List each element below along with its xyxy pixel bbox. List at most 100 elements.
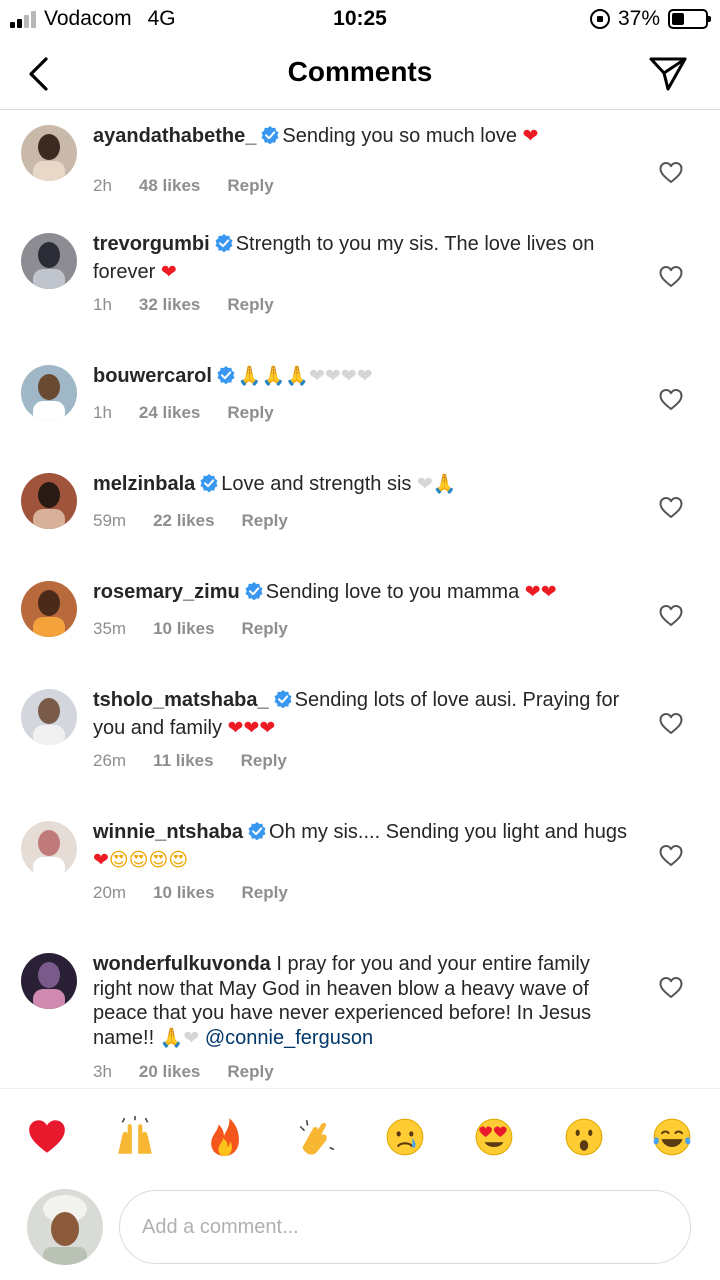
raising-hands-emoji[interactable] — [113, 1115, 157, 1159]
likes-count[interactable]: 24 likes — [139, 403, 200, 423]
comment-username[interactable]: trevorgumbi — [93, 233, 210, 255]
like-heart-icon[interactable] — [658, 160, 684, 186]
crying-face-emoji[interactable] — [383, 1115, 427, 1159]
like-heart-icon[interactable] — [658, 843, 684, 869]
emoji-red: ❤ — [93, 848, 109, 871]
emoji-white: ❤ — [356, 365, 373, 387]
comment-username[interactable]: wonderfulkuvonda — [93, 953, 271, 975]
emoji-red: ❤ — [524, 581, 541, 603]
status-right: 37% — [589, 7, 711, 31]
comment-message: Oh my sis.... Sending you light and hugs — [269, 821, 628, 843]
commenter-avatar[interactable] — [21, 689, 77, 745]
comment-time: 59m — [93, 511, 127, 530]
likes-count[interactable]: 48 likes — [139, 176, 200, 196]
like-heart-icon[interactable] — [658, 387, 684, 413]
red-heart-emoji[interactable] — [25, 1115, 69, 1159]
reply-button[interactable]: Reply — [227, 295, 273, 315]
commenter-avatar[interactable] — [21, 473, 77, 529]
comment-text: ayandathabethe_ Sending you so much love … — [93, 124, 633, 152]
like-heart-icon[interactable] — [658, 264, 684, 290]
like-heart-icon[interactable] — [658, 603, 684, 629]
comment-message: Sending you so much love — [282, 125, 517, 147]
emoji-white: ❤ — [416, 473, 433, 495]
comment-username[interactable]: tsholo_matshaba_ — [93, 689, 269, 711]
reply-button[interactable]: Reply — [227, 403, 273, 423]
comment-time: 2h — [93, 176, 112, 195]
comment-text: rosemary_zimu Sending love to you mamma ❤… — [93, 580, 633, 608]
tears-of-joy-emoji[interactable] — [650, 1115, 694, 1159]
clapping-hands-emoji[interactable] — [293, 1115, 337, 1159]
comment-text: wonderfulkuvonda I pray for you and your… — [93, 952, 633, 1050]
comments-header: Comments — [0, 38, 720, 110]
emoji-red: ❤ — [540, 581, 557, 603]
mention-link[interactable]: @connie_ferguson — [205, 1027, 373, 1049]
heart-eyes-emoji[interactable] — [472, 1115, 516, 1159]
commenter-avatar[interactable] — [21, 125, 77, 181]
like-heart-icon[interactable] — [658, 495, 684, 521]
comment-meta: 20m 10 likes Reply — [93, 883, 288, 903]
comment-input[interactable] — [119, 1190, 691, 1264]
comments-list[interactable]: ayandathabethe_ Sending you so much love … — [0, 111, 720, 1088]
comment-message: Sending love to you mamma — [265, 581, 520, 603]
commenter-avatar[interactable] — [21, 821, 77, 877]
current-user-avatar — [27, 1189, 103, 1265]
emoji-red: ❤ — [243, 716, 260, 739]
commenter-avatar[interactable] — [21, 581, 77, 637]
quick-reactions-bar — [0, 1088, 720, 1184]
comment-username[interactable]: rosemary_zimu — [93, 581, 240, 603]
battery-level — [672, 13, 684, 25]
comment-username[interactable]: winnie_ntshaba — [93, 821, 243, 843]
likes-count[interactable]: 10 likes — [153, 883, 214, 903]
emoji-brown: 🙏 — [237, 365, 262, 387]
fire-emoji[interactable] — [203, 1115, 247, 1159]
verified-badge-icon — [214, 233, 234, 260]
like-heart-icon[interactable] — [658, 975, 684, 1001]
emoji-yellow: 😍 — [168, 848, 189, 871]
emoji-red: ❤ — [259, 716, 276, 739]
reply-button[interactable]: Reply — [242, 511, 288, 531]
comment-time: 3h — [93, 1062, 112, 1081]
emoji-red: ❤ — [160, 260, 177, 283]
comment-time: 1h — [93, 295, 112, 314]
reply-button[interactable]: Reply — [242, 883, 288, 903]
reply-button[interactable]: Reply — [241, 751, 287, 771]
battery-percent: 37% — [617, 7, 660, 30]
commenter-avatar[interactable] — [21, 953, 77, 1009]
emoji-white: ❤ — [183, 1026, 200, 1049]
page-title: Comments — [287, 56, 433, 87]
reply-button[interactable]: Reply — [227, 1062, 273, 1082]
likes-count[interactable]: 22 likes — [153, 511, 214, 531]
comment-message: Love and strength sis — [221, 473, 412, 495]
comment-username[interactable]: melzinbala — [93, 473, 195, 495]
likes-count[interactable]: 10 likes — [153, 619, 214, 639]
verified-badge-icon — [199, 473, 219, 500]
status-bar: Vodacom 4G 10:25 37% — [0, 0, 720, 38]
likes-count[interactable]: 20 likes — [139, 1062, 200, 1082]
comment-text: trevorgumbi Strength to you my sis. The l… — [93, 232, 633, 284]
emoji-yellow: 😍 — [148, 848, 169, 871]
reply-button[interactable]: Reply — [227, 176, 273, 196]
surprised-face-emoji[interactable] — [562, 1115, 606, 1159]
commenter-avatar[interactable] — [21, 365, 77, 421]
comment-meta: 3h 20 likes Reply — [93, 1062, 274, 1082]
reply-button[interactable]: Reply — [242, 619, 288, 639]
comment-username[interactable]: bouwercarol — [93, 365, 212, 387]
likes-count[interactable]: 11 likes — [153, 751, 214, 771]
likes-count[interactable]: 32 likes — [139, 295, 200, 315]
verified-badge-icon — [260, 125, 280, 152]
share-button[interactable] — [646, 52, 690, 96]
comment-meta: 35m 10 likes Reply — [93, 619, 288, 639]
comment-meta: 1h 32 likes Reply — [93, 295, 274, 315]
like-heart-icon[interactable] — [658, 711, 684, 737]
comment-time: 20m — [93, 883, 127, 902]
battery-icon — [668, 9, 711, 29]
comment-composer — [0, 1184, 720, 1280]
comment-meta: 26m 11 likes Reply — [93, 751, 287, 771]
comment-text: winnie_ntshaba Oh my sis.... Sending you … — [93, 820, 633, 872]
comment-username[interactable]: ayandathabethe_ — [93, 125, 256, 147]
verified-badge-icon — [273, 689, 293, 716]
commenter-avatar[interactable] — [21, 233, 77, 289]
emoji-brown: 🙏 — [432, 473, 457, 495]
emoji-white: ❤ — [340, 365, 357, 387]
comment-text: tsholo_matshaba_ Sending lots of love aus… — [93, 688, 633, 740]
